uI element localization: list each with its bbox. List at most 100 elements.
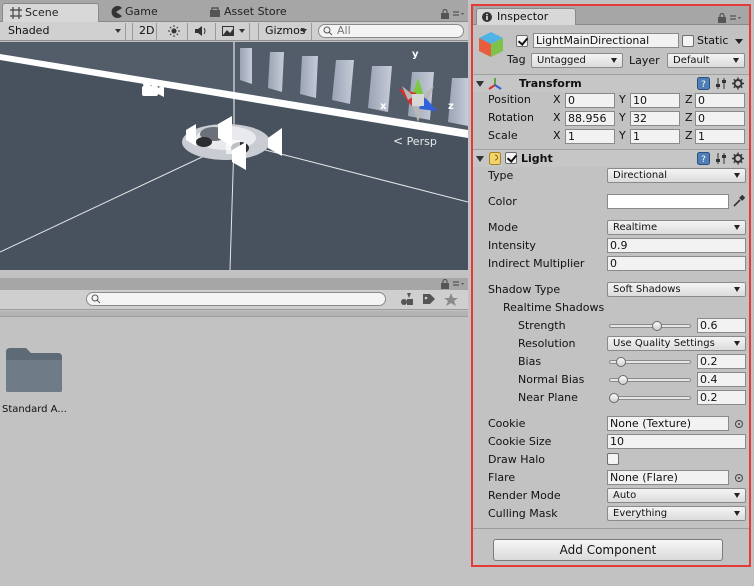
inspector-divider — [473, 528, 749, 529]
help-book-icon[interactable]: ? — [697, 77, 710, 90]
image-icon — [222, 26, 234, 36]
tab-scene[interactable]: Scene — [2, 3, 99, 22]
layer-label: Layer — [629, 54, 660, 67]
favorite-star-icon[interactable] — [444, 293, 458, 306]
draw-halo-checkbox[interactable] — [607, 453, 619, 465]
scene-search-input[interactable]: All — [318, 24, 464, 38]
rotation-y-field[interactable]: 32 — [630, 111, 680, 126]
effects-dropdown[interactable] — [216, 23, 250, 40]
rotation-x-field[interactable]: 88.956 — [565, 111, 615, 126]
tag-dropdown[interactable]: Untagged — [531, 53, 623, 68]
lock-icon[interactable] — [440, 279, 450, 289]
static-dropdown-arrow[interactable] — [735, 39, 743, 44]
rotation-x-label: X — [553, 111, 561, 124]
object-name-field[interactable]: LightMainDirectional — [533, 33, 679, 48]
panel-menu-icon[interactable] — [452, 280, 466, 288]
mode-2d-button[interactable]: 2D — [132, 23, 157, 40]
position-z-field[interactable]: 0 — [695, 93, 745, 108]
light-type-dropdown[interactable]: Directional — [607, 168, 746, 183]
layer-dropdown[interactable]: Default — [667, 53, 745, 68]
static-label: Static — [697, 34, 729, 47]
flare-picker-icon[interactable] — [735, 474, 743, 482]
transform-foldout-icon[interactable] — [476, 81, 484, 87]
cookie-object-field[interactable]: None (Texture) — [607, 416, 729, 431]
strength-field[interactable]: 0.6 — [697, 318, 746, 333]
eyedropper-icon[interactable] — [732, 194, 746, 208]
tab-asset-store[interactable]: Asset Store — [202, 3, 320, 22]
realtime-shadows-label: Realtime Shadows — [503, 301, 605, 314]
lighting-toggle[interactable] — [160, 23, 188, 40]
resolution-label: Resolution — [518, 337, 576, 350]
bias-slider-knob[interactable] — [616, 357, 627, 367]
gear-icon[interactable] — [732, 77, 745, 90]
transform-header[interactable]: Transform ? — [473, 74, 749, 92]
render-mode-dropdown[interactable]: Auto — [607, 488, 746, 503]
near-plane-slider-knob[interactable] — [609, 393, 619, 403]
static-checkbox[interactable] — [682, 35, 694, 47]
folder-label: Standard A... — [2, 404, 67, 415]
projection-toggle[interactable]: < Persp — [393, 134, 437, 148]
project-search-input[interactable] — [86, 292, 386, 306]
store-icon — [210, 7, 220, 17]
cookie-size-field[interactable]: 10 — [607, 434, 746, 449]
lock-icon[interactable] — [717, 13, 727, 23]
light-enabled-checkbox[interactable] — [505, 152, 517, 164]
near-plane-field[interactable]: 0.2 — [697, 390, 746, 405]
grid-icon — [10, 7, 22, 19]
panel-menu-icon[interactable] — [729, 14, 743, 22]
tab-asset-store-label: Asset Store — [224, 5, 287, 18]
audio-toggle[interactable] — [188, 23, 216, 40]
rotation-z-field[interactable]: 0 — [695, 111, 745, 126]
position-x-field[interactable]: 0 — [565, 93, 615, 108]
lock-icon[interactable] — [440, 9, 450, 19]
scale-x-label: X — [553, 129, 561, 142]
position-z-label: Z — [685, 93, 693, 106]
perspective-icon: < — [393, 134, 404, 148]
light-color-swatch[interactable] — [607, 194, 729, 209]
scale-y-field[interactable]: 1 — [630, 129, 680, 144]
culling-mask-label: Culling Mask — [488, 507, 558, 520]
cookie-size-label: Cookie Size — [488, 435, 552, 448]
gizmos-label: Gizmos — [265, 24, 306, 37]
position-label: Position — [488, 93, 531, 106]
preset-sliders-icon[interactable] — [715, 77, 728, 90]
panel-menu-icon[interactable] — [452, 10, 466, 18]
flare-object-field[interactable]: None (Flare) — [607, 470, 729, 485]
filter-by-label-icon[interactable] — [422, 293, 436, 306]
position-y-label: Y — [619, 93, 626, 106]
gear-icon[interactable] — [732, 152, 745, 165]
active-checkbox[interactable] — [516, 35, 528, 47]
near-plane-slider-track[interactable] — [609, 396, 691, 400]
add-component-button[interactable]: Add Component — [493, 539, 723, 561]
scale-x-field[interactable]: 1 — [565, 129, 615, 144]
folder-item[interactable] — [4, 346, 64, 397]
shadow-type-dropdown[interactable]: Soft Shadows — [607, 282, 746, 297]
indirect-multiplier-field[interactable]: 0 — [607, 256, 746, 271]
shading-mode-label: Shaded — [8, 24, 50, 37]
resolution-dropdown[interactable]: Use Quality Settings — [607, 336, 746, 351]
scene-viewport[interactable]: y x z < Persp — [0, 42, 468, 270]
shading-mode-dropdown[interactable]: Shaded — [2, 23, 126, 40]
tab-game[interactable]: Game — [103, 3, 198, 22]
normal-bias-slider-knob[interactable] — [618, 375, 629, 385]
help-book-icon[interactable]: ? — [697, 152, 710, 165]
normal-bias-field[interactable]: 0.4 — [697, 372, 746, 387]
light-mode-dropdown[interactable]: Realtime — [607, 220, 746, 235]
scale-label: Scale — [488, 129, 518, 142]
light-foldout-icon[interactable] — [476, 156, 484, 162]
color-label: Color — [488, 195, 517, 208]
tab-inspector[interactable]: Inspector — [476, 8, 576, 25]
strength-slider-knob[interactable] — [652, 321, 663, 331]
intensity-field[interactable]: 0.9 — [607, 238, 746, 253]
position-y-field[interactable]: 10 — [630, 93, 680, 108]
light-header[interactable]: Light ? — [473, 149, 749, 167]
scale-z-field[interactable]: 1 — [695, 129, 745, 144]
filter-by-type-icon[interactable] — [400, 293, 414, 306]
cookie-picker-icon[interactable] — [735, 420, 743, 428]
pacman-icon — [111, 6, 122, 18]
bias-field[interactable]: 0.2 — [697, 354, 746, 369]
culling-mask-dropdown[interactable]: Everything — [607, 506, 746, 521]
strength-slider-track[interactable] — [609, 324, 691, 328]
gizmos-dropdown[interactable]: Gizmos — [258, 23, 312, 40]
preset-sliders-icon[interactable] — [715, 152, 728, 165]
